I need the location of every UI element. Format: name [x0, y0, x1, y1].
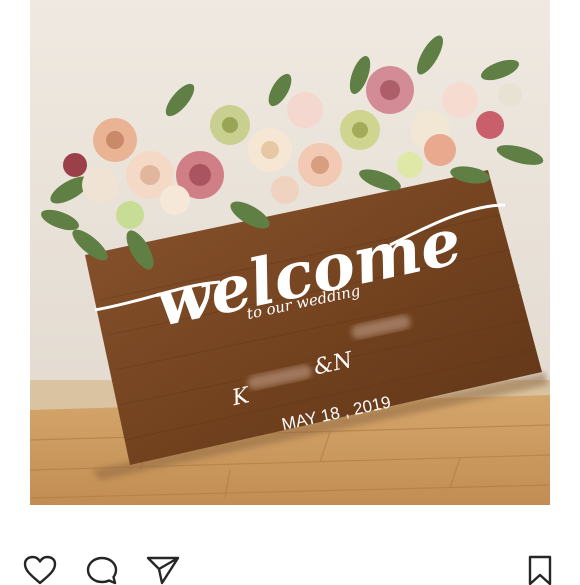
like-button[interactable]: [20, 555, 60, 585]
share-button[interactable]: [143, 555, 183, 585]
bookmark-icon: [528, 555, 552, 585]
post-action-bar: [0, 505, 580, 585]
wedding-sign-scene: welcome to our wedding K &N MAY 18 , 201…: [30, 0, 550, 505]
heart-icon: [23, 555, 57, 585]
post-photo: welcome to our wedding K &N MAY 18 , 201…: [30, 0, 550, 505]
comment-button[interactable]: [82, 555, 122, 585]
send-icon: [146, 556, 180, 585]
comment-icon: [86, 556, 118, 585]
save-button[interactable]: [520, 555, 560, 585]
